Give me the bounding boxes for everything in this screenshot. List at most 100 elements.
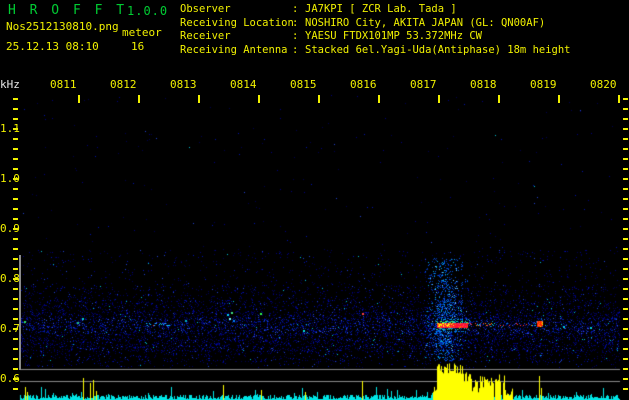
axis-tick-mark [623,288,628,290]
axis-tick-mark [623,318,628,320]
axis-tick-mark [13,188,18,190]
axis-tick-mark [13,388,18,390]
plot-frame-left-border [19,255,21,370]
axis-tick-mark [623,98,628,100]
axis-tick-mark [623,118,628,120]
axis-tick-mark [13,308,18,310]
axis-tick-mark [438,95,440,103]
axis-tick-mark [13,138,18,140]
axis-tick-mark [623,218,628,220]
axis-tick-mark [138,95,140,103]
axis-tick-mark [623,298,628,300]
axis-tick-mark [623,388,628,390]
axis-tick-mark [623,158,628,160]
time-tick-label: 0818 [470,78,497,91]
time-tick-label: 0815 [290,78,317,91]
axis-tick-mark [623,178,628,180]
label-separator: : [292,43,299,56]
freq-tick-label: 0.9 [0,222,20,235]
station-info-block: Observer: JA7KPI [ ZCR Lab. Tada ] Receivi… [180,3,571,57]
station-info-label: Receiver [180,30,231,42]
axis-tick-mark [13,368,18,370]
axis-tick-mark [623,268,628,270]
axis-tick-mark [623,308,628,310]
axis-tick-mark [623,338,628,340]
axis-tick-mark [623,138,628,140]
axis-tick-mark [13,148,18,150]
axis-tick-mark [13,98,18,100]
observation-mode: meteor [122,26,162,39]
time-tick-label: 0816 [350,78,377,91]
axis-tick-mark [623,278,628,280]
axis-tick-mark [13,158,18,160]
axis-tick-mark [623,188,628,190]
axis-tick-mark [13,228,18,230]
axis-tick-mark [13,258,18,260]
time-tick-label: 0819 [530,78,557,91]
spectrogram-canvas [0,0,629,400]
axis-tick-mark [623,328,628,330]
axis-tick-mark [623,368,628,370]
axis-tick-mark [13,288,18,290]
axis-tick-mark [13,358,18,360]
axis-tick-mark [13,328,18,330]
axis-tick-mark [13,198,18,200]
axis-tick-mark [498,95,500,103]
app-title: H R O F F T [8,3,128,18]
freq-tick-label: 0.7 [0,322,20,335]
axis-tick-mark [13,238,18,240]
station-info-label: Observer [180,3,231,15]
station-info-value: YAESU FTDX101MP 53.372MHz CW [305,30,483,42]
freq-tick-label: 0.6 [0,372,20,385]
axis-tick-mark [13,218,18,220]
freq-tick-label: 1.1 [0,122,20,135]
time-tick-label: 0813 [170,78,197,91]
axis-tick-mark [78,95,80,103]
station-info-label: Receiving Location [180,16,294,29]
axis-tick-mark [623,228,628,230]
axis-tick-mark [13,128,18,130]
axis-tick-mark [13,298,18,300]
freq-unit-label: kHz [0,78,20,91]
axis-tick-mark [623,148,628,150]
station-info-row: Receiving Location: NOSHIRO City, AKITA J… [180,17,571,31]
axis-tick-mark [13,248,18,250]
station-info-row: Receiving Antenna: Stacked 6el.Yagi-Uda(A… [180,44,571,58]
axis-tick-mark [558,95,560,103]
axis-tick-mark [198,95,200,103]
label-separator: : [292,30,299,42]
axis-tick-mark [623,378,628,380]
axis-tick-mark [13,168,18,170]
axis-tick-mark [623,238,628,240]
axis-tick-mark [378,95,380,103]
station-info-value: Stacked 6el.Yagi-Uda(Antiphase) 18m heig… [305,43,571,56]
time-tick-label: 0812 [110,78,137,91]
hrofft-spectrogram-page: H R O F F T 1.0.0 Nos2512130810.png mete… [0,0,629,400]
axis-tick-mark [13,338,18,340]
axis-tick-mark [13,208,18,210]
echo-count: 16 [131,40,145,53]
output-filename: Nos2512130810.png [6,20,119,33]
observation-datetime: 25.12.13 08:10 [6,40,99,53]
axis-tick-mark [13,118,18,120]
time-tick-label: 0814 [230,78,257,91]
freq-tick-label: 1.0 [0,172,20,185]
freq-tick-label: 0.8 [0,272,20,285]
station-info-row: Observer: JA7KPI [ ZCR Lab. Tada ] [180,3,571,17]
axis-tick-mark [13,348,18,350]
axis-tick-mark [623,348,628,350]
axis-tick-mark [13,268,18,270]
station-info-label: Receiving Antenna [180,43,288,56]
station-info-value: NOSHIRO City, AKITA JAPAN (GL: QN00AF) [305,16,546,29]
axis-tick-mark [623,198,628,200]
axis-tick-mark [258,95,260,103]
station-info-row: Receiver: YAESU FTDX101MP 53.372MHz CW [180,30,571,44]
axis-tick-mark [623,108,628,110]
axis-tick-mark [623,168,628,170]
label-separator: : [292,16,299,29]
time-tick-label: 0811 [50,78,77,91]
axis-tick-mark [623,208,628,210]
axis-tick-mark [318,95,320,103]
axis-tick-mark [13,378,18,380]
axis-tick-mark [623,358,628,360]
